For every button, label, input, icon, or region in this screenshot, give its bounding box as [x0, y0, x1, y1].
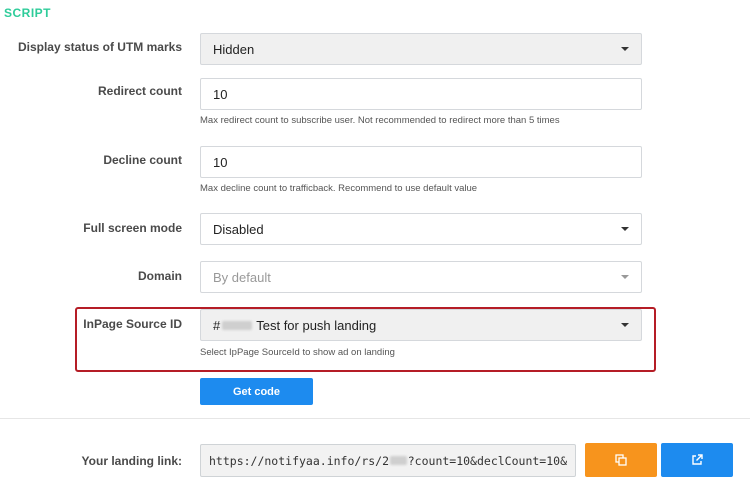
chevron-down-icon: [621, 323, 629, 327]
inpage-help-text: Select IpPage SourceId to show ad on lan…: [200, 347, 395, 358]
domain-select-value: By default: [213, 269, 271, 285]
fullscreen-label: Full screen mode: [83, 221, 182, 235]
landing-url-end: ?count=10&declCount=10&: [407, 453, 567, 468]
redacted-id: [222, 320, 253, 330]
get-code-button[interactable]: Get code: [200, 378, 313, 405]
decline-help-text: Max decline count to trafficback. Recomm…: [200, 183, 478, 194]
domain-label: Domain: [137, 269, 182, 283]
redirect-count-value: 10: [213, 86, 228, 102]
redirect-label: Redirect count: [97, 84, 182, 98]
chevron-down-icon: [621, 227, 629, 231]
landing-label: Your landing link:: [81, 454, 182, 468]
fullscreen-select[interactable]: Disabled: [200, 213, 642, 245]
decline-label: Decline count: [103, 153, 182, 167]
section-title: SCRIPT: [4, 6, 52, 20]
copy-link-button[interactable]: [585, 443, 657, 477]
chevron-down-icon: [621, 275, 629, 279]
utm-select-value: Hidden: [213, 41, 255, 57]
decline-count-input[interactable]: 10: [200, 146, 642, 178]
external-link-icon: [692, 454, 703, 465]
redirect-count-input[interactable]: 10: [200, 78, 642, 110]
landing-link-field[interactable]: https://notifyaa.info/rs/2 ?count=10&dec…: [200, 444, 576, 477]
decline-count-value: 10: [213, 154, 228, 170]
redirect-help-text: Max redirect count to subscribe user. No…: [200, 115, 560, 126]
copy-icon: [615, 454, 627, 466]
divider: [0, 418, 750, 419]
inpage-source-select[interactable]: # Test for push landing: [200, 309, 642, 341]
chevron-down-icon: [621, 47, 629, 51]
redacted-url-part: [390, 456, 407, 465]
utm-select[interactable]: Hidden: [200, 33, 642, 65]
landing-url-start: https://notifyaa.info/rs/2: [209, 453, 390, 468]
fullscreen-select-value: Disabled: [213, 221, 264, 237]
inpage-label: InPage Source ID: [83, 317, 182, 331]
inpage-select-value: Test for push landing: [256, 317, 377, 333]
domain-select[interactable]: By default: [200, 261, 642, 293]
open-link-button[interactable]: [661, 443, 733, 477]
utm-label: Display status of UTM marks: [17, 40, 182, 54]
inpage-select-prefix: #: [213, 317, 221, 333]
